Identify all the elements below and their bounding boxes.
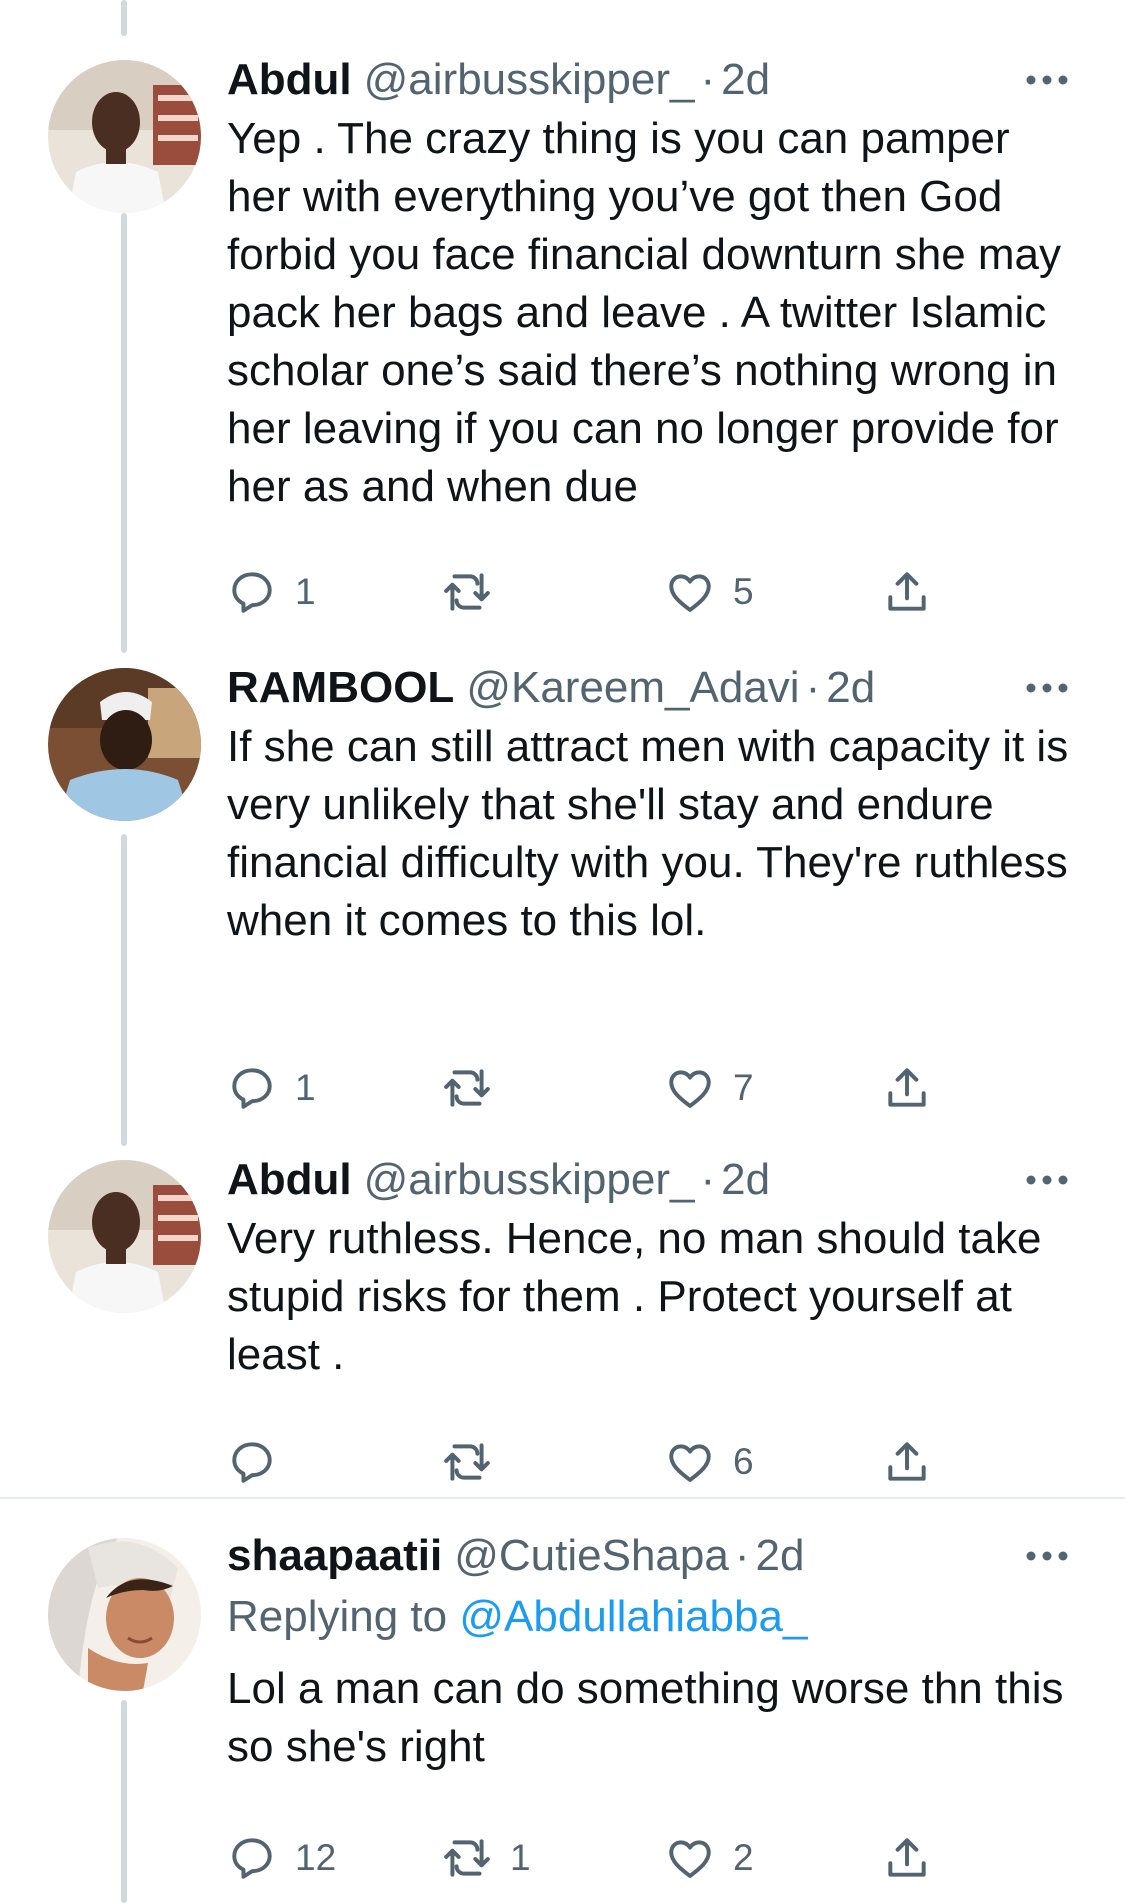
retweet-button[interactable] (442, 1432, 510, 1492)
timestamp[interactable]: 2d (721, 1152, 770, 1208)
retweet-icon (444, 1443, 490, 1481)
avatar-abdul-icon (48, 60, 201, 213)
reply-icon (232, 1838, 272, 1879)
share-button[interactable] (882, 1828, 932, 1888)
retweet-icon (444, 1839, 490, 1877)
share-icon (888, 1068, 926, 1107)
tweet-actions: 12 1 2 (227, 1828, 947, 1888)
more-options-button[interactable] (1021, 1152, 1073, 1208)
author-name[interactable]: shaapaatii (227, 1528, 442, 1584)
share-icon (888, 1838, 926, 1877)
thread-line (121, 1700, 127, 1903)
separator-dot: · (700, 1155, 716, 1204)
tweet-text: Very ruthless. Hence, no man should take… (227, 1214, 1042, 1379)
avatar[interactable] (48, 60, 201, 213)
more-icon (1026, 683, 1068, 693)
reply-count: 1 (295, 571, 316, 612)
like-button[interactable]: 7 (665, 1058, 754, 1118)
replying-to-line: Replying to @Abdullahiabba_ (227, 1588, 1073, 1646)
thread-line (121, 0, 127, 36)
avatar-abdul-icon (48, 1160, 201, 1313)
more-icon (1026, 1551, 1068, 1561)
tweet-actions: 6 (227, 1432, 947, 1492)
avatar[interactable] (48, 1538, 201, 1691)
avatar[interactable] (48, 668, 201, 821)
reply-icon (232, 1442, 272, 1483)
retweet-button[interactable] (442, 562, 510, 622)
retweet-icon (444, 573, 490, 611)
reply-button[interactable]: 1 (227, 562, 316, 622)
retweet-icon (444, 1069, 490, 1107)
thread-line (121, 213, 127, 653)
author-handle[interactable]: @CutieShapa (454, 1528, 729, 1584)
more-options-button[interactable] (1021, 52, 1073, 108)
author-name[interactable]: Abdul (227, 52, 352, 108)
retweet-button[interactable]: 1 (442, 1828, 531, 1888)
share-icon (888, 1442, 926, 1481)
retweet-count: 1 (510, 1837, 531, 1878)
like-count: 2 (733, 1837, 754, 1878)
replying-to-prefix: Replying to (227, 1592, 448, 1641)
like-icon (669, 574, 711, 612)
like-count: 5 (733, 571, 754, 612)
like-button[interactable]: 6 (665, 1432, 754, 1492)
like-icon (669, 1444, 711, 1482)
separator-dot: · (700, 55, 716, 104)
share-button[interactable] (882, 1058, 932, 1118)
share-button[interactable] (882, 1432, 932, 1492)
separator-dot: · (734, 1531, 750, 1580)
avatar-rambool-icon (48, 668, 201, 821)
share-icon (888, 572, 926, 611)
reply-count: 1 (295, 1067, 316, 1108)
tweet-text: If she can still attract men with capaci… (227, 722, 1069, 945)
like-count: 7 (733, 1067, 754, 1108)
tweet-text: Lol a man can do something worse thn thi… (227, 1664, 1064, 1771)
timestamp[interactable]: 2d (721, 52, 770, 108)
thread-line (121, 834, 127, 1146)
reply-button[interactable]: 1 (227, 1058, 316, 1118)
tweet-text: Yep . The crazy thing is you can pamper … (227, 114, 1062, 511)
more-icon (1026, 1175, 1068, 1185)
reply-icon (232, 572, 272, 613)
timestamp[interactable]: 2d (826, 660, 875, 716)
like-count: 6 (733, 1441, 754, 1482)
avatar-shaapaatii-icon (48, 1538, 201, 1691)
reply-button[interactable]: 12 (227, 1828, 336, 1888)
reply-icon (232, 1068, 272, 1109)
more-icon (1026, 75, 1068, 85)
replying-to-mention[interactable]: @Abdullahiabba_ (459, 1592, 807, 1641)
avatar[interactable] (48, 1160, 201, 1313)
author-handle[interactable]: @airbusskipper_ (364, 52, 695, 108)
tweet-feed: Abdul @airbusskipper_ · 2d Yep . The cra… (0, 0, 1125, 1903)
author-handle[interactable]: @Kareem_Adavi (466, 660, 799, 716)
author-handle[interactable]: @airbusskipper_ (364, 1152, 695, 1208)
author-name[interactable]: RAMBOOL (227, 660, 454, 716)
tweet-actions: 1 7 (227, 1058, 947, 1118)
share-button[interactable] (882, 562, 932, 622)
more-options-button[interactable] (1021, 1528, 1073, 1584)
author-name[interactable]: Abdul (227, 1152, 352, 1208)
tweet-actions: 1 5 (227, 562, 947, 622)
retweet-button[interactable] (442, 1058, 510, 1118)
like-icon (669, 1840, 711, 1878)
like-icon (669, 1070, 711, 1108)
like-button[interactable]: 2 (665, 1828, 754, 1888)
tweet-divider (0, 1497, 1125, 1499)
timestamp[interactable]: 2d (756, 1528, 805, 1584)
reply-button[interactable] (227, 1432, 295, 1492)
separator-dot: · (805, 663, 821, 712)
more-options-button[interactable] (1021, 660, 1073, 716)
like-button[interactable]: 5 (665, 562, 754, 622)
reply-count: 12 (295, 1837, 337, 1878)
